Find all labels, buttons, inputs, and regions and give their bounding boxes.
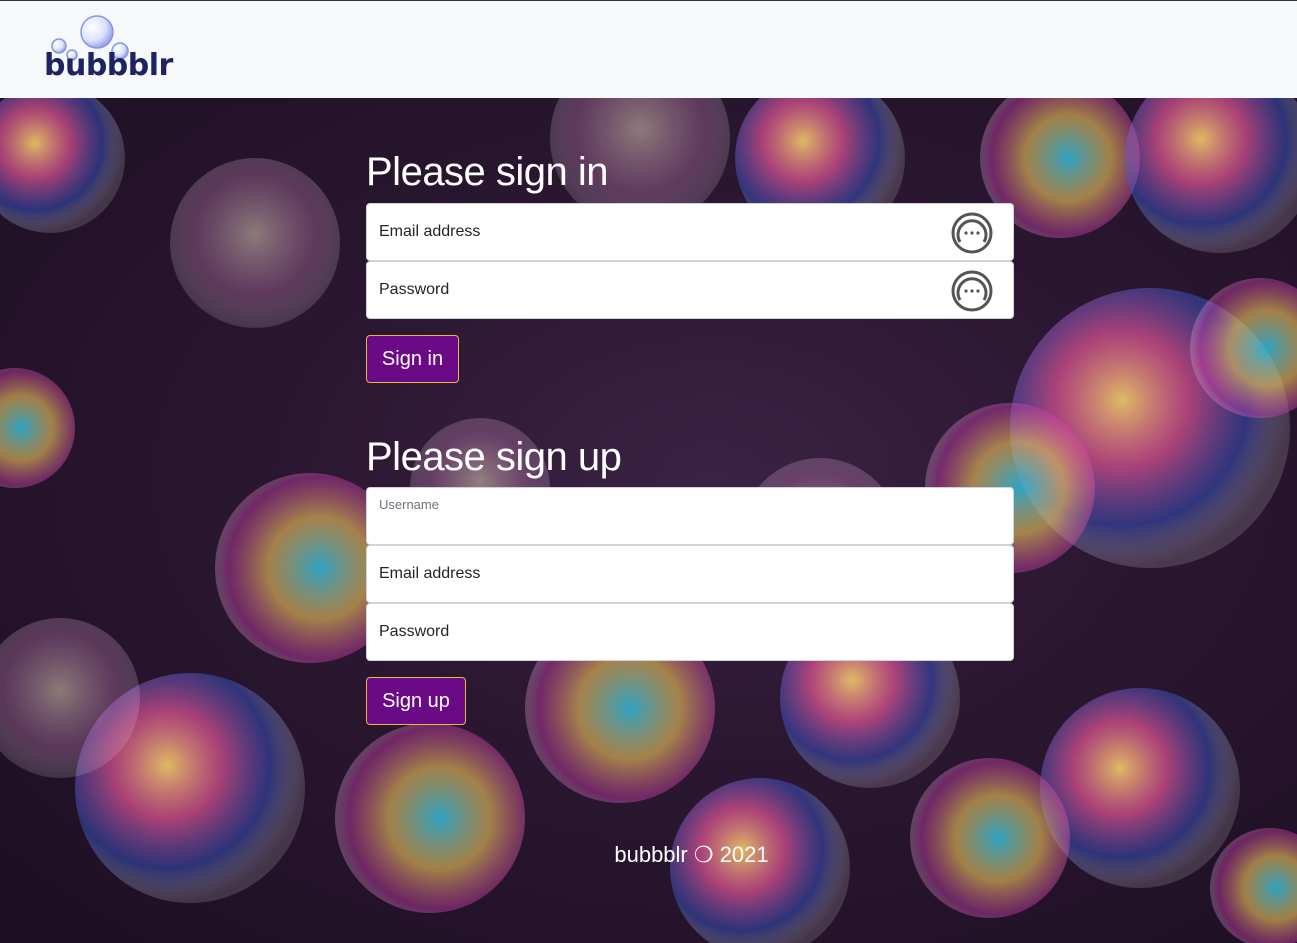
sign-up-heading: Please sign up: [366, 435, 622, 479]
sign-in-email-placeholder: Email address: [379, 223, 481, 240]
sign-up-password-field[interactable]: Password: [366, 603, 1014, 661]
navbar: bubbblr: [0, 0, 1297, 98]
sign-in-button[interactable]: Sign in: [366, 335, 459, 383]
sign-up-email-placeholder: Email address: [379, 565, 481, 582]
brand-logo[interactable]: bubbblr: [42, 13, 173, 89]
sign-up-email-field[interactable]: Email address: [366, 545, 1014, 603]
brand-name: bubbblr: [44, 48, 173, 83]
password-manager-icon[interactable]: [951, 212, 993, 254]
sign-up-username-field[interactable]: Username: [366, 487, 1014, 545]
hero-background: Please sign in Email address Password Si…: [0, 98, 1297, 943]
sign-in-heading: Please sign in: [366, 150, 609, 194]
footer-copyright: bubbblr ❍ 2021: [614, 842, 769, 867]
sign-in-password-field[interactable]: Password: [366, 261, 1014, 319]
password-manager-icon[interactable]: [951, 270, 993, 312]
sign-up-button[interactable]: Sign up: [366, 677, 466, 725]
sign-up-password-placeholder: Password: [379, 623, 450, 640]
sign-in-email-field[interactable]: Email address: [366, 203, 1014, 261]
sign-up-form: Please sign up: [366, 437, 1014, 477]
sign-in-password-placeholder: Password: [379, 281, 450, 298]
sign-in-form: Please sign in: [366, 152, 1014, 192]
sign-up-username-label: Username: [379, 497, 439, 512]
